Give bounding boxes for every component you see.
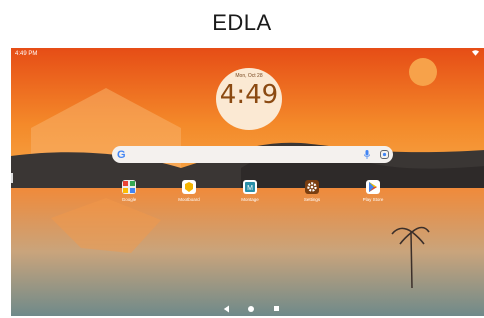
back-icon[interactable] [223,305,230,313]
wifi-icon [472,50,479,56]
app-label: Google [121,197,137,202]
app-google[interactable]: Google [109,180,149,202]
google-folder-icon [122,180,136,194]
status-bar: 4:49 PM [11,48,484,60]
clock-widget[interactable]: Mon, Oct 28 4:49 [216,68,282,130]
clock-date: Mon, Oct 28 [235,73,263,79]
google-search-bar[interactable]: G [112,146,393,163]
app-label: Play Store [362,197,384,202]
settings-gear-icon [305,180,319,194]
app-mootboard[interactable]: Mootboard [169,180,209,202]
page-caption: EDLA [212,10,272,35]
app-montage[interactable]: M Montage [230,180,270,202]
recents-button[interactable] [274,306,279,311]
status-time: 4:49 PM [15,51,38,57]
tablet-screen: 4:49 PM Mon, Oct 28 4:49 G Google Mootbo… [11,48,484,316]
app-label: Settings [303,197,321,202]
clock-time: 4:49 [219,80,279,110]
svg-text:M: M [247,185,253,192]
app-play-store[interactable]: Play Store [353,180,393,202]
home-button[interactable] [248,306,254,312]
microphone-icon[interactable] [364,150,370,159]
montage-icon: M [243,180,257,194]
edge-handle[interactable] [11,173,13,183]
app-settings[interactable]: Settings [292,180,332,202]
google-icon: G [117,149,126,161]
app-label: Montage [241,197,259,202]
navigation-bar [11,302,484,316]
mootboard-icon [182,180,196,194]
play-store-icon [366,180,380,194]
google-lens-icon[interactable] [380,150,389,159]
app-label: Mootboard [178,197,200,202]
